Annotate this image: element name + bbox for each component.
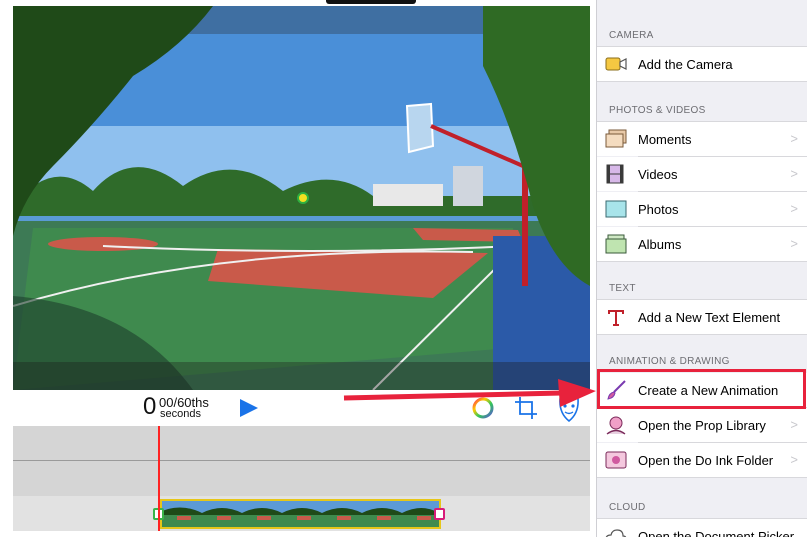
cloud-icon	[605, 529, 627, 537]
chevron-right-icon: >	[790, 201, 798, 216]
section-header-camera: CAMERA	[609, 30, 654, 41]
menu-item-label: Moments	[638, 132, 692, 147]
moments-icon	[605, 129, 627, 148]
chevron-right-icon: >	[790, 166, 798, 181]
color-wheel-icon	[472, 397, 494, 419]
separator	[597, 477, 807, 478]
brush-icon	[607, 380, 626, 400]
section-header-animation: ANIMATION & DRAWING	[609, 356, 730, 367]
separator	[597, 334, 807, 335]
menu-item-moments[interactable]: Moments >	[597, 122, 807, 156]
mask-icon	[559, 396, 579, 423]
chevron-right-icon: >	[790, 236, 798, 251]
crop-icon	[515, 397, 537, 419]
clip-end-handle[interactable]	[434, 508, 445, 520]
menu-item-label: Create a New Animation	[638, 383, 779, 398]
film-icon	[606, 164, 624, 184]
menu-item-label: Open the Do Ink Folder	[638, 453, 774, 468]
menu-item-create-animation[interactable]: Create a New Animation	[597, 373, 807, 407]
prop-icon	[606, 416, 626, 435]
play-button[interactable]	[238, 398, 260, 418]
top-handle	[326, 0, 416, 4]
menu-item-videos[interactable]: Videos >	[597, 157, 807, 191]
video-clip[interactable]	[160, 499, 441, 529]
crop-button[interactable]	[513, 395, 539, 421]
separator	[597, 81, 807, 82]
video-preview[interactable]	[13, 6, 590, 390]
playhead[interactable]	[158, 426, 160, 531]
menu-item-label: Photos	[638, 202, 679, 217]
clip-thumbnails	[162, 501, 439, 527]
menu-item-document-picker[interactable]: Open the Document Picker	[597, 519, 807, 537]
time-seconds: 0	[143, 393, 157, 420]
menu-item-albums[interactable]: Albums >	[597, 227, 807, 261]
menu-item-label: Albums	[638, 237, 682, 252]
chevron-right-icon: >	[790, 417, 798, 432]
separator	[597, 261, 807, 262]
menu-item-prop-library[interactable]: Open the Prop Library >	[597, 408, 807, 442]
album-icon	[605, 234, 627, 254]
mask-button[interactable]	[556, 395, 582, 423]
time-unit: seconds	[160, 408, 201, 420]
section-header-photos: PHOTOS & VIDEOS	[609, 105, 706, 116]
menu-item-add-camera[interactable]: Add the Camera	[597, 47, 807, 81]
camera-icon	[605, 57, 627, 71]
chevron-right-icon: >	[790, 452, 798, 467]
photo-icon	[605, 200, 627, 218]
menu-item-do-ink-folder[interactable]: Open the Do Ink Folder >	[597, 443, 807, 477]
track-divider	[13, 460, 590, 461]
folder-icon	[605, 451, 627, 469]
section-header-cloud: CLOUD	[609, 502, 646, 513]
editor-pane: 0 00/60ths seconds	[0, 0, 596, 537]
menu-item-add-text[interactable]: Add a New Text Element	[597, 300, 807, 334]
basketball-court-photo	[13, 6, 590, 390]
menu-item-photos[interactable]: Photos >	[597, 192, 807, 226]
play-icon	[240, 399, 258, 417]
menu-item-label: Add the Camera	[638, 57, 733, 72]
section-header-text: TEXT	[609, 283, 636, 294]
timeline[interactable]	[13, 426, 590, 531]
menu-item-label: Open the Document Picker	[638, 529, 795, 537]
playback-controls: 0 00/60ths seconds	[13, 392, 590, 426]
text-icon	[608, 310, 624, 326]
menu-item-label: Open the Prop Library	[638, 418, 766, 433]
add-media-panel: CAMERA Add the Camera PHOTOS & VIDEOS Mo…	[596, 0, 807, 537]
chevron-right-icon: >	[790, 131, 798, 146]
color-button[interactable]	[471, 396, 495, 420]
menu-item-label: Videos	[638, 167, 678, 182]
menu-item-label: Add a New Text Element	[638, 310, 781, 325]
